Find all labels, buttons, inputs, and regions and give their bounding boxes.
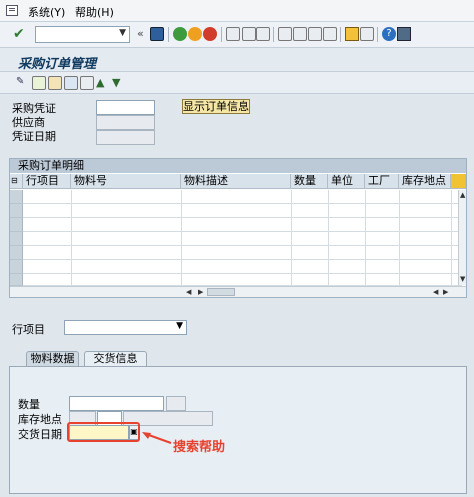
search-help-label: 搜索帮助: [173, 440, 226, 455]
scroll-right-icon[interactable]: ▶: [443, 287, 448, 297]
table-title: 采购订单明细: [10, 159, 466, 173]
help-icon[interactable]: ?: [382, 27, 396, 41]
page-title: 采购订单管理: [18, 57, 97, 72]
menu-system[interactable]: 系统(Y): [28, 4, 65, 20]
menu-help[interactable]: 帮助(H): [75, 4, 114, 20]
shortcut-icon[interactable]: [360, 27, 374, 41]
find-next-icon[interactable]: [256, 27, 270, 41]
horizontal-scrollbar[interactable]: ◀ ▶ ◀ ▶: [10, 286, 466, 297]
table-row[interactable]: [10, 232, 462, 246]
change-icon[interactable]: [48, 76, 62, 90]
table-row[interactable]: [10, 274, 462, 286]
save-icon[interactable]: [150, 27, 164, 41]
quantity-input[interactable]: [69, 396, 164, 411]
scroll-up-icon[interactable]: ▲: [460, 190, 465, 200]
new-session-icon[interactable]: [345, 27, 359, 41]
enter-check-icon[interactable]: ✔: [13, 26, 25, 42]
column-header[interactable]: 行项目: [23, 174, 71, 189]
print-icon[interactable]: [226, 27, 240, 41]
title-bar: 采购订单管理: [0, 48, 474, 72]
scroll-right-icon[interactable]: ▶: [198, 287, 203, 297]
table-settings-icon[interactable]: [451, 174, 466, 189]
vertical-scrollbar[interactable]: ▲ ▼: [458, 190, 466, 285]
first-page-icon[interactable]: [278, 27, 292, 41]
table-row[interactable]: [10, 190, 462, 204]
item-selector-dropdown[interactable]: ▼: [64, 320, 187, 335]
unit-field: [166, 396, 186, 411]
menu-bar: 系统(Y) 帮助(H): [0, 0, 474, 22]
column-header[interactable]: 库存地点: [399, 174, 451, 189]
table-row[interactable]: [10, 218, 462, 232]
quantity-label: 数量: [18, 398, 40, 411]
standard-toolbar: ✔ ▼ « ?: [0, 22, 474, 48]
column-header[interactable]: 单位: [328, 174, 365, 189]
cancel-icon[interactable]: [203, 27, 217, 41]
previous-page-icon[interactable]: [293, 27, 307, 41]
table-row[interactable]: [10, 246, 462, 260]
chevron-down-icon[interactable]: ▼: [176, 321, 183, 331]
system-menu-icon[interactable]: [6, 5, 18, 16]
voucher-input[interactable]: [96, 100, 155, 115]
display-icon[interactable]: [64, 76, 78, 90]
tab-material-data[interactable]: 物料数据: [26, 351, 79, 366]
other-document-icon[interactable]: ✎: [16, 76, 30, 90]
scroll-thumb[interactable]: [207, 288, 235, 296]
column-header[interactable]: 物料描述: [181, 174, 291, 189]
next-page-icon[interactable]: [308, 27, 322, 41]
column-header[interactable]: 工厂: [365, 174, 399, 189]
last-page-icon[interactable]: [323, 27, 337, 41]
customize-layout-icon[interactable]: [397, 27, 411, 41]
exit-icon[interactable]: [188, 27, 202, 41]
search-help-highlight: [67, 422, 140, 442]
scroll-left-icon[interactable]: ◀: [433, 287, 438, 297]
column-header[interactable]: 数量: [291, 174, 328, 189]
filter-icon[interactable]: ▼: [112, 76, 126, 90]
show-order-button[interactable]: 显示订单信息: [182, 99, 250, 114]
delivery-date-label: 交货日期: [18, 428, 62, 441]
chevron-down-icon[interactable]: ▼: [119, 28, 126, 38]
command-field[interactable]: ▼: [35, 26, 130, 43]
tab-delivery-info[interactable]: 交货信息: [84, 351, 147, 366]
table-row[interactable]: [10, 260, 462, 274]
find-icon[interactable]: [242, 27, 256, 41]
storage-location-label: 库存地点: [18, 413, 62, 426]
scroll-left-icon[interactable]: ◀: [186, 287, 191, 297]
vendor-field: [96, 115, 155, 130]
order-items-table: 采购订单明细 ⊟ 行项目 物料号 物料描述 数量 单位 工厂 库存地点 ▲ ▼ …: [9, 158, 467, 298]
scroll-down-icon[interactable]: ▼: [460, 274, 465, 284]
column-header[interactable]: 物料号: [71, 174, 181, 189]
table-row[interactable]: [10, 204, 462, 218]
voucher-date-field: [96, 130, 155, 145]
application-toolbar: ✎ ▲ ▼: [0, 72, 474, 94]
create-icon[interactable]: [32, 76, 46, 90]
voucher-date-label: 凭证日期: [12, 130, 56, 143]
item-selector-label: 行项目: [12, 323, 45, 336]
double-chevron-left-icon[interactable]: «: [137, 27, 144, 40]
select-all-icon[interactable]: ⊟: [10, 174, 23, 189]
back-icon[interactable]: [173, 27, 187, 41]
person-icon[interactable]: ▲: [96, 76, 110, 90]
copy-icon[interactable]: [80, 76, 94, 90]
arrow-icon: [142, 432, 172, 444]
